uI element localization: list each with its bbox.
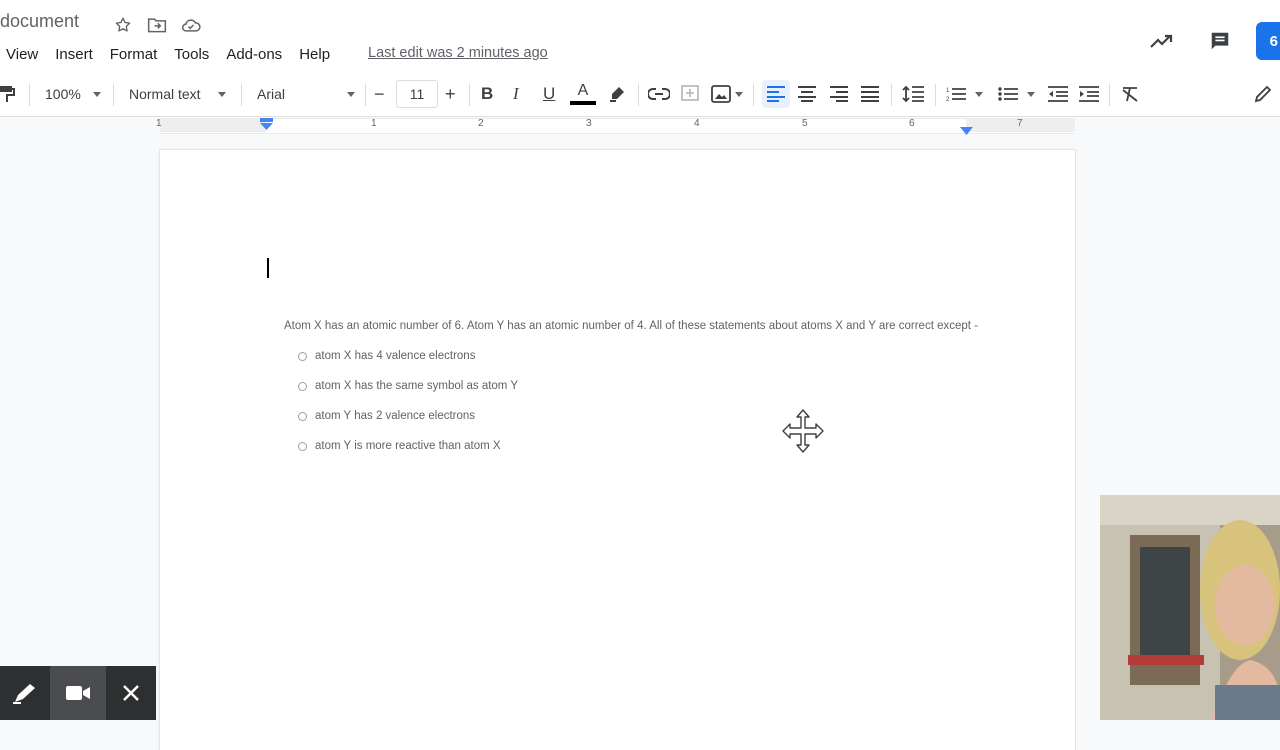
move-to-folder-icon[interactable] bbox=[146, 14, 168, 36]
last-edit-link[interactable]: Last edit was 2 minutes ago bbox=[368, 45, 548, 61]
document-page[interactable]: Atom X has an atomic number of 6. Atom Y… bbox=[160, 150, 1075, 750]
radio-button[interactable] bbox=[298, 411, 307, 421]
comments-icon[interactable] bbox=[1206, 27, 1234, 55]
star-icon[interactable] bbox=[112, 14, 134, 36]
increase-font-size-button[interactable]: + bbox=[445, 80, 456, 108]
menu-view[interactable]: View bbox=[6, 44, 45, 65]
menu-add-ons[interactable]: Add-ons bbox=[226, 44, 289, 65]
share-button[interactable]: 6 bbox=[1256, 22, 1280, 60]
italic-button[interactable]: I bbox=[513, 80, 519, 108]
add-comment-icon[interactable] bbox=[680, 80, 700, 108]
screen-recorder-controls bbox=[0, 666, 156, 720]
highlight-color-icon[interactable] bbox=[608, 80, 626, 108]
svg-text:2: 2 bbox=[946, 97, 950, 102]
ruler-number: 6 bbox=[909, 118, 915, 129]
draw-pen-icon[interactable] bbox=[0, 666, 50, 720]
left-indent-marker[interactable] bbox=[260, 117, 273, 135]
ruler-number: 1 bbox=[371, 118, 377, 129]
numbered-list-icon[interactable]: 12 bbox=[946, 80, 983, 108]
increase-indent-icon[interactable] bbox=[1079, 80, 1099, 108]
paragraph-style-value: Normal text bbox=[129, 86, 201, 102]
insert-image-icon[interactable] bbox=[711, 80, 743, 108]
menu-bar: View Insert Format Tools Add-ons Help bbox=[6, 44, 347, 65]
text-cursor bbox=[267, 258, 269, 278]
ruler-number: 3 bbox=[586, 118, 592, 129]
quiz-option[interactable]: atom Y is more reactive than atom X bbox=[298, 440, 501, 452]
clear-formatting-icon[interactable] bbox=[1121, 80, 1141, 108]
menu-insert[interactable]: Insert bbox=[55, 44, 100, 65]
horizontal-ruler[interactable]: 1 1 2 3 4 5 6 7 bbox=[0, 117, 1280, 135]
option-label: atom Y has 2 valence electrons bbox=[315, 410, 476, 422]
text-color-swatch bbox=[570, 101, 596, 105]
font-family-value: Arial bbox=[257, 86, 286, 102]
menu-tools[interactable]: Tools bbox=[174, 44, 216, 65]
option-label: atom X has the same symbol as atom Y bbox=[315, 380, 519, 392]
ruler-number: 4 bbox=[694, 118, 700, 129]
align-left-icon[interactable] bbox=[762, 80, 790, 108]
document-title[interactable]: document bbox=[0, 11, 79, 32]
font-size-input[interactable]: 11 bbox=[396, 80, 438, 108]
activity-trend-icon[interactable] bbox=[1148, 27, 1176, 55]
radio-button[interactable] bbox=[298, 351, 307, 361]
paragraph-style-select[interactable]: Normal text bbox=[129, 80, 226, 108]
title-icons bbox=[112, 14, 202, 36]
move-cursor-icon[interactable] bbox=[780, 408, 826, 454]
formatting-toolbar: 100% Normal text Arial − + B I U A 1 2 bbox=[0, 72, 1280, 117]
webcam-overlay[interactable] bbox=[1100, 495, 1280, 720]
menu-help[interactable]: Help bbox=[299, 44, 337, 65]
font-family-select[interactable]: Arial bbox=[257, 80, 355, 108]
menu-format[interactable]: Format bbox=[110, 44, 165, 65]
quiz-option[interactable]: atom X has 4 valence electrons bbox=[298, 350, 475, 362]
quiz-option[interactable]: atom Y has 2 valence electrons bbox=[298, 410, 475, 422]
camera-icon[interactable] bbox=[50, 666, 106, 720]
paint-format-icon[interactable] bbox=[0, 80, 16, 108]
align-justify-icon[interactable] bbox=[861, 80, 879, 108]
align-right-icon[interactable] bbox=[830, 80, 848, 108]
bulleted-list-icon[interactable] bbox=[998, 80, 1035, 108]
align-center-icon[interactable] bbox=[798, 80, 816, 108]
option-label: atom Y is more reactive than atom X bbox=[315, 440, 501, 452]
decrease-font-size-button[interactable]: − bbox=[374, 80, 385, 108]
ruler-number: 1 bbox=[156, 118, 162, 129]
quiz-option[interactable]: atom X has the same symbol as atom Y bbox=[298, 380, 518, 392]
radio-button[interactable] bbox=[298, 441, 307, 451]
editing-mode-pencil-icon[interactable] bbox=[1254, 80, 1272, 108]
line-spacing-icon[interactable] bbox=[902, 80, 924, 108]
quiz-question: Atom X has an atomic number of 6. Atom Y… bbox=[284, 320, 978, 332]
zoom-select[interactable]: 100% bbox=[45, 80, 101, 108]
right-indent-marker[interactable] bbox=[960, 122, 973, 140]
underline-button[interactable]: U bbox=[543, 80, 555, 108]
zoom-value: 100% bbox=[45, 86, 81, 102]
ruler-number: 7 bbox=[1017, 118, 1023, 129]
text-color-glyph: A bbox=[577, 82, 589, 99]
close-icon[interactable] bbox=[106, 666, 156, 720]
svg-text:1: 1 bbox=[946, 88, 950, 94]
top-right-actions: 6 bbox=[1148, 22, 1280, 60]
option-label: atom X has 4 valence electrons bbox=[315, 350, 476, 362]
cloud-saved-icon[interactable] bbox=[180, 14, 202, 36]
bold-button[interactable]: B bbox=[481, 80, 493, 108]
ruler-number: 5 bbox=[802, 118, 808, 129]
ruler-number: 2 bbox=[478, 118, 484, 129]
title-bar: document View Insert Format Tools Add-on… bbox=[0, 0, 1280, 72]
decrease-indent-icon[interactable] bbox=[1048, 80, 1068, 108]
radio-button[interactable] bbox=[298, 381, 307, 391]
insert-link-icon[interactable] bbox=[648, 80, 670, 108]
text-color-button[interactable]: A bbox=[570, 80, 596, 108]
